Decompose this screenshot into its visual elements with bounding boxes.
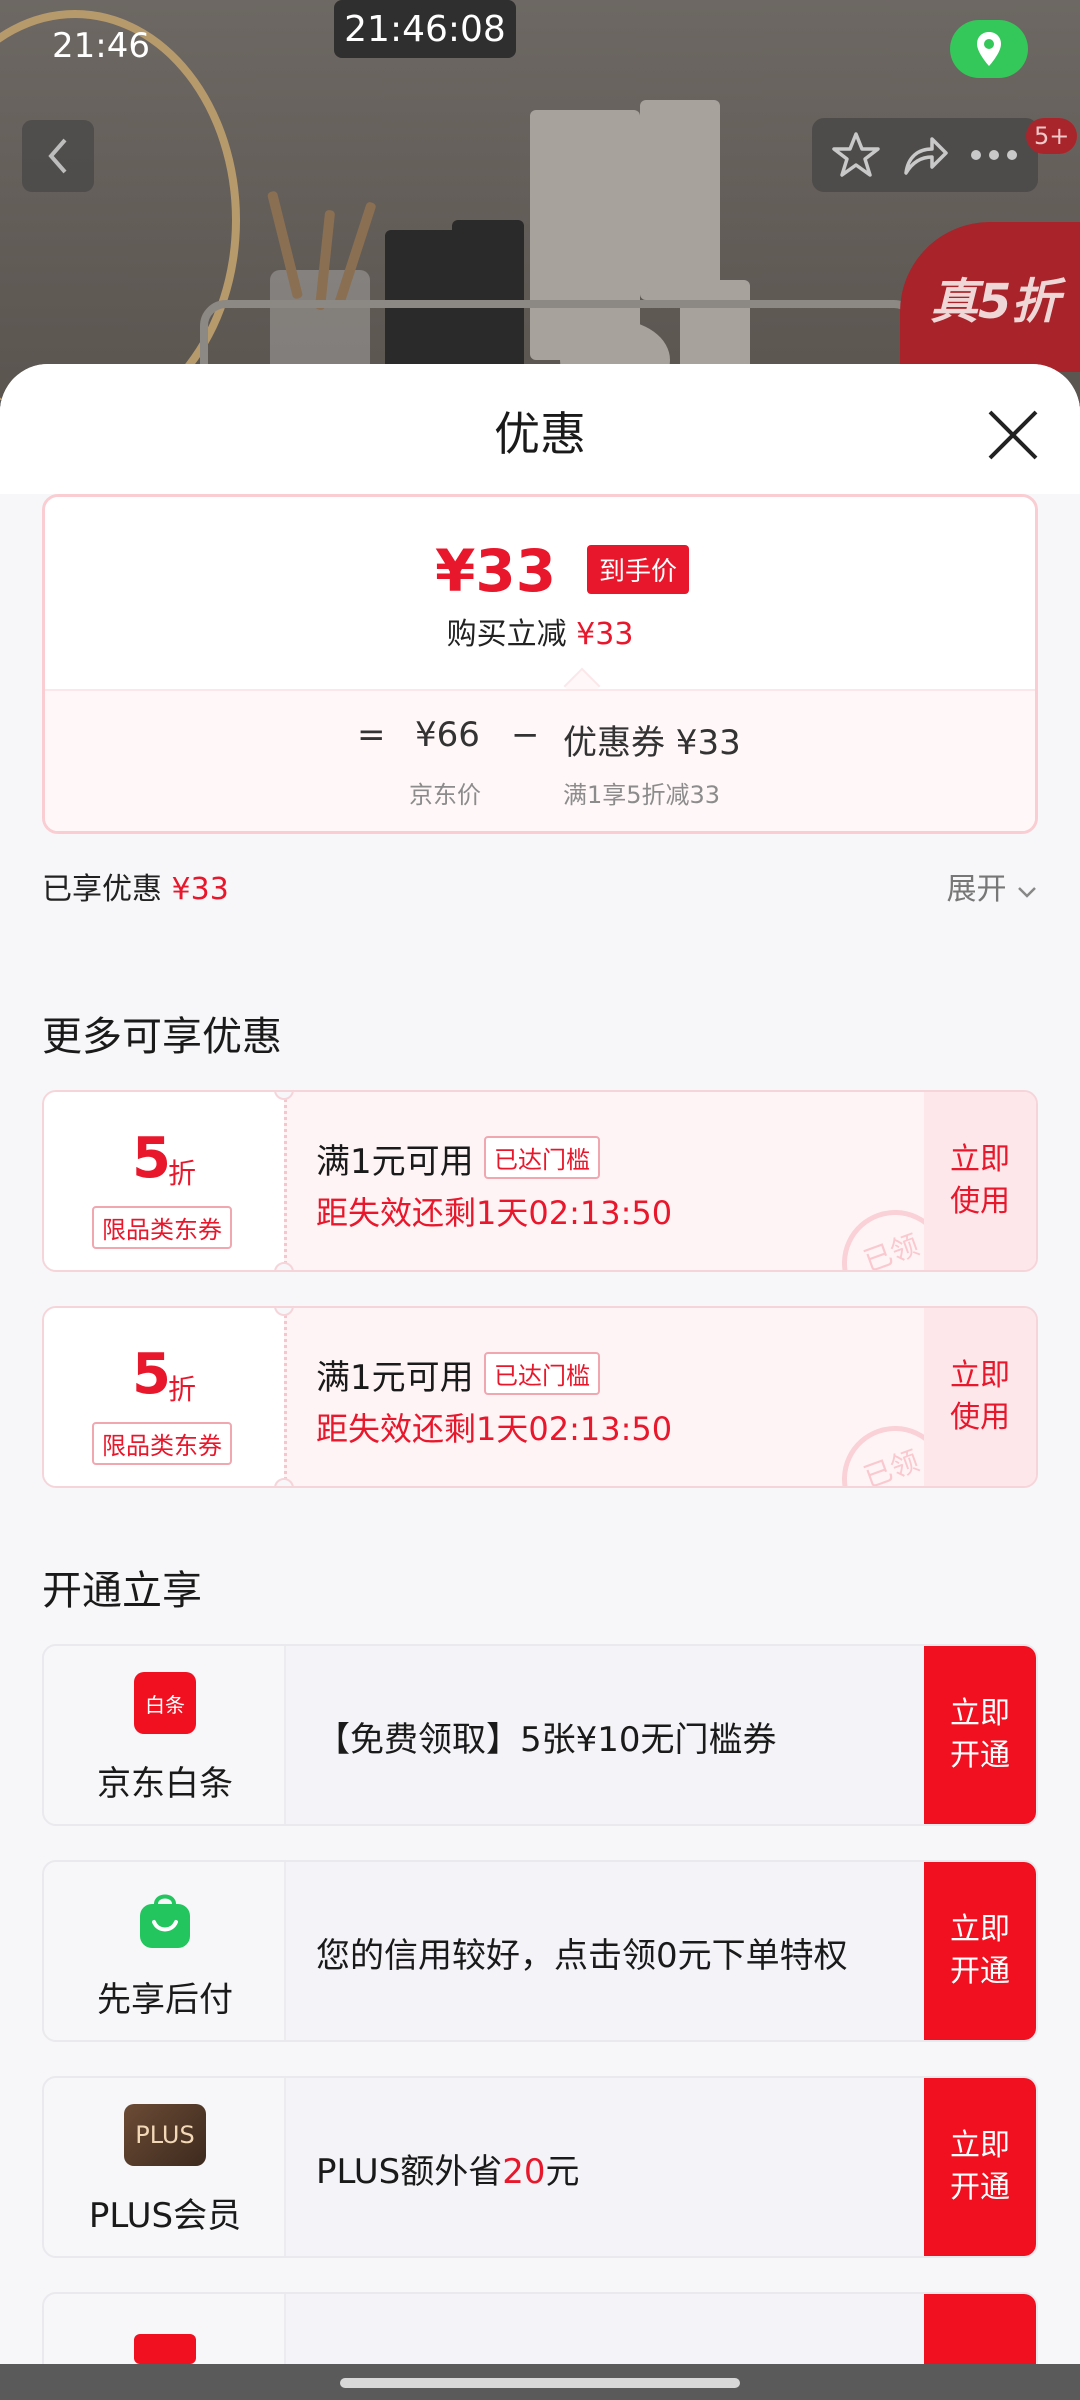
- star-icon[interactable]: [831, 131, 881, 179]
- open-now-label-line1: 立即: [950, 1912, 1010, 1947]
- coupon-discount-unit: 折: [168, 1157, 197, 1190]
- chevron-left-icon: [48, 138, 67, 174]
- coupon-discount-unit: 折: [168, 1373, 197, 1406]
- open-now-label-line2: 开通: [950, 1738, 1010, 1773]
- base-price-label: 京东价: [409, 781, 481, 809]
- open-now-button[interactable]: 立即 开通: [924, 1862, 1036, 2040]
- use-now-label-line2: 使用: [950, 1400, 1010, 1435]
- final-price-tag: 到手价: [587, 545, 690, 594]
- open-benefits-title: 开通立享: [42, 1568, 202, 1614]
- service-card-partial: 立即: [42, 2292, 1038, 2364]
- base-price: ¥66: [415, 715, 480, 755]
- plus-logo-icon: PLUS: [124, 2104, 206, 2166]
- use-now-label-line2: 使用: [950, 1184, 1010, 1219]
- service-name: PLUS会员: [88, 2196, 242, 2236]
- location-indicator: [950, 20, 1028, 78]
- location-pin-icon: [977, 32, 1001, 66]
- coupon-condition: 满1元可用: [316, 1142, 474, 1182]
- discount-tag: 真5折: [900, 222, 1080, 372]
- service-name: 先享后付: [97, 1980, 233, 2020]
- coupon-notch: [274, 1262, 294, 1270]
- close-icon[interactable]: [984, 406, 1042, 464]
- coupon-discount: 5: [132, 1342, 171, 1407]
- home-indicator[interactable]: [340, 2378, 740, 2388]
- open-now-label-line2: 开通: [950, 2170, 1010, 2205]
- save-amount: ¥33: [576, 617, 634, 652]
- coupon-threshold-badge: 已达门槛: [484, 1352, 600, 1395]
- minus-sign: −: [511, 715, 540, 755]
- service-desc: 您的信用较好，点击领0元下单特权: [316, 1936, 848, 1976]
- enjoyed-discount: 已享优惠 ¥33: [42, 864, 229, 908]
- use-now-button[interactable]: 立即 使用: [924, 1308, 1036, 1486]
- plus-logo-text: PLUS: [135, 2121, 195, 2149]
- discount-tag-text: 真5折: [930, 274, 1060, 330]
- expand-label: 展开: [946, 872, 1007, 907]
- chevron-down-icon: [1018, 887, 1036, 898]
- back-button[interactable]: [22, 120, 94, 192]
- status-time: 21:46: [52, 26, 150, 66]
- shopping-bag-svg: [140, 1894, 190, 1948]
- sheet-title: 优惠: [494, 407, 586, 461]
- coupon-threshold-badge: 已达门槛: [484, 1136, 600, 1179]
- baitiao-logo-text: 白条: [145, 1692, 185, 1717]
- use-now-label-line1: 立即: [950, 1358, 1010, 1393]
- coupon-notch: [274, 1478, 294, 1486]
- price-formula: = ¥66 京东价 − 优惠券 ¥33 满1享5折减33: [45, 689, 1035, 831]
- coupon-discount: 5: [132, 1126, 171, 1191]
- home-indicator-bar: [0, 2364, 1080, 2400]
- coupon-card: 5 折 限品类东券 满1元可用 已达门槛 距失效还剩1天02:13:50 已领 …: [42, 1306, 1038, 1488]
- coupon-condition: 满1元可用: [316, 1358, 474, 1398]
- enjoyed-amount: ¥33: [171, 872, 229, 907]
- product-image-background: 真5折: [0, 0, 1080, 400]
- use-now-label-line1: 立即: [950, 1142, 1010, 1177]
- coupon-perforation: [284, 1308, 287, 1486]
- equals-sign: =: [357, 715, 386, 755]
- baitiao-logo-icon: 白条: [134, 1672, 196, 1734]
- coupon-rule: 满1享5折减33: [563, 781, 721, 809]
- service-name: 京东白条: [97, 1764, 233, 1804]
- share-icon[interactable]: [900, 133, 950, 177]
- service-card-baitiao: 白条 京东白条 【免费领取】5张¥10无门槛券 立即 开通: [42, 1644, 1038, 1826]
- plus-desc-prefix: PLUS额外省: [316, 2152, 503, 2192]
- coupon-timer: 距失效还剩1天02:13:50: [316, 1194, 673, 1232]
- more-discounts-title: 更多可享优惠: [42, 1014, 282, 1060]
- sheet-header: 优惠: [0, 364, 1080, 494]
- open-now-label-line1: 立即: [950, 1696, 1010, 1731]
- use-now-button[interactable]: 立即 使用: [924, 1092, 1036, 1270]
- open-now-button[interactable]: 立即 开通: [924, 1646, 1036, 1824]
- save-prefix: 购买立减: [446, 617, 567, 652]
- shopping-bag-icon: [134, 1888, 196, 1950]
- open-now-button[interactable]: 立即: [924, 2294, 1036, 2364]
- plus-desc-amount: 20: [502, 2152, 546, 2192]
- top-actions: [812, 118, 1038, 192]
- service-card-plus: PLUS PLUS会员 PLUS额外省20元 立即 开通: [42, 2076, 1038, 2258]
- open-now-label-line1: 立即: [950, 2128, 1010, 2163]
- more-icon[interactable]: [969, 148, 1019, 162]
- message-badge: 5+: [1026, 118, 1078, 154]
- coupon-card: 5 折 限品类东券 满1元可用 已达门槛 距失效还剩1天02:13:50 已领 …: [42, 1090, 1038, 1272]
- service-card-pay-later: 先享后付 您的信用较好，点击领0元下单特权 立即 开通: [42, 1860, 1038, 2042]
- coupon-category: 限品类东券: [92, 1206, 232, 1249]
- service-desc: 【免费领取】5张¥10无门槛券: [316, 1720, 777, 1760]
- bottle: [640, 100, 720, 300]
- plus-desc-suffix: 元: [545, 2152, 580, 2192]
- service-desc: PLUS额外省20元: [316, 2144, 580, 2193]
- coupon-category: 限品类东券: [92, 1422, 232, 1465]
- save-line: 购买立减 ¥33: [45, 609, 1035, 653]
- final-price: ¥33: [435, 537, 557, 605]
- coupon-amount: 优惠券 ¥33: [563, 723, 741, 763]
- coupon-timer: 距失效还剩1天02:13:50: [316, 1410, 673, 1448]
- discount-sheet: 优惠 ¥33 到手价 购买立减 ¥33 = ¥66 京东价 − 优惠券 ¥33 …: [0, 364, 1080, 2364]
- coupon-perforation: [284, 1092, 287, 1270]
- open-now-button[interactable]: 立即 开通: [924, 2078, 1036, 2256]
- price-breakdown-card: ¥33 到手价 购买立减 ¥33 = ¥66 京东价 − 优惠券 ¥33 满1享…: [42, 494, 1038, 834]
- card-logo-icon: [134, 2334, 196, 2364]
- expand-button[interactable]: 展开: [946, 864, 1038, 908]
- final-price-block: ¥33 到手价 购买立减 ¥33: [45, 497, 1035, 689]
- clock-pill: 21:46:08: [334, 0, 516, 58]
- enjoyed-prefix: 已享优惠: [42, 872, 162, 907]
- open-now-label-line2: 开通: [950, 1954, 1010, 1989]
